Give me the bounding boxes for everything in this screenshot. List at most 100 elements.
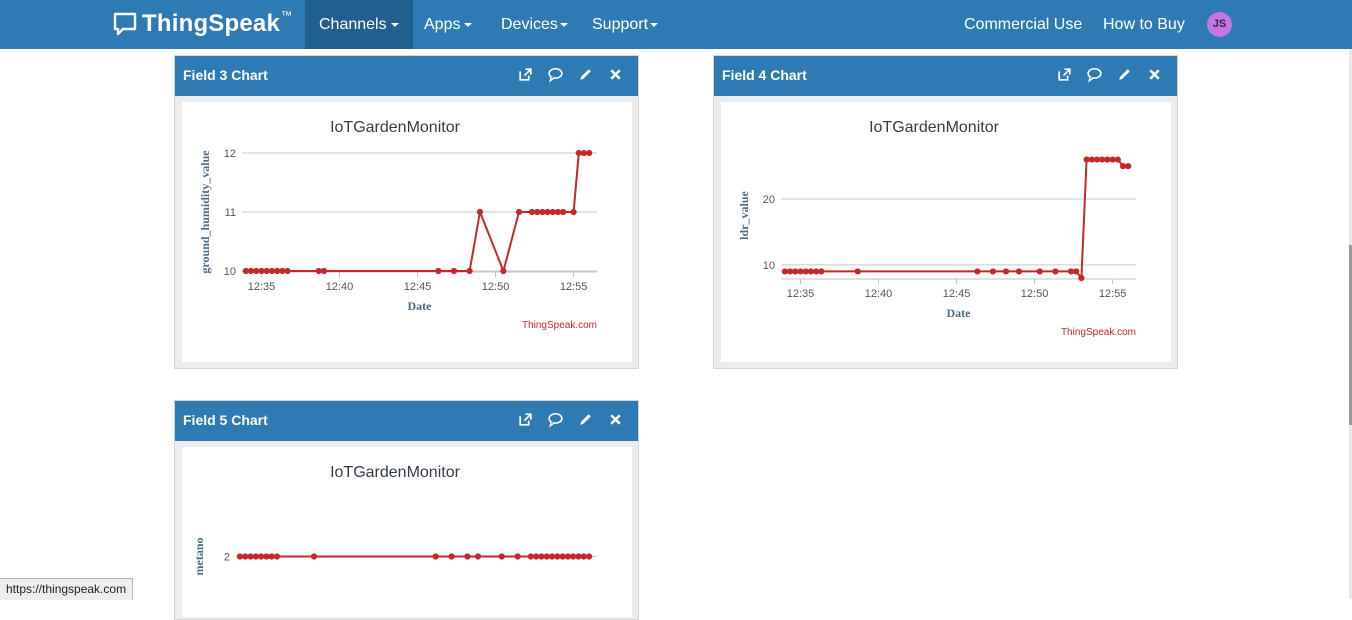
data-point	[580, 553, 587, 560]
data-point	[310, 553, 318, 560]
data-point	[1073, 268, 1080, 275]
chart-title: IoTGardenMonitor	[330, 119, 461, 136]
close-icon[interactable]	[1146, 66, 1163, 83]
data-point	[989, 268, 997, 275]
chart-credit: ThingSpeak.com	[522, 320, 597, 331]
data-point	[466, 267, 473, 275]
nav-devices-label: Devices	[501, 16, 558, 33]
panel-header: Field 5 Chart	[175, 401, 638, 441]
data-point	[527, 553, 534, 560]
data-point	[284, 267, 291, 275]
field-4-chart-panel: Field 4 Chart IoTGardenMonitor 10 20 12:35 1…	[713, 55, 1178, 369]
user-avatar[interactable]: JS	[1207, 12, 1232, 37]
external-link-icon[interactable]	[1056, 66, 1073, 83]
y-tick-label: 2	[224, 552, 230, 564]
comment-icon[interactable]	[1086, 66, 1103, 83]
data-point	[533, 553, 540, 560]
data-point	[548, 553, 556, 560]
brand-trademark: ™	[281, 10, 293, 22]
x-tick-label: 12:45	[404, 281, 432, 293]
data-point	[1114, 156, 1121, 163]
chart-container: IoTGardenMonitor 2 metano	[182, 447, 632, 617]
x-tick-label: 12:55	[560, 281, 588, 293]
close-icon[interactable]	[607, 66, 624, 83]
data-point	[1052, 268, 1059, 275]
panel-header: Field 4 Chart	[714, 56, 1177, 96]
data-point	[515, 208, 523, 216]
data-point	[432, 553, 439, 560]
y-axis-label: ldr_value	[737, 190, 751, 239]
panel-toolbar	[517, 411, 624, 428]
chevron-down-icon	[650, 22, 659, 27]
data-point	[543, 553, 550, 560]
data-point	[498, 553, 505, 560]
brand-name: ThingSpeak	[142, 10, 281, 37]
x-tick-label: 12:45	[943, 288, 971, 300]
pencil-icon[interactable]	[577, 66, 594, 83]
data-point	[476, 208, 484, 216]
y-tick-label: 10	[763, 260, 775, 272]
panel-toolbar	[517, 66, 624, 83]
y-tick-label: 11	[225, 207, 236, 219]
close-icon[interactable]	[607, 411, 624, 428]
pencil-icon[interactable]	[577, 411, 594, 428]
data-point	[538, 553, 545, 560]
comment-icon[interactable]	[547, 411, 564, 428]
data-point	[247, 553, 254, 560]
top-navbar: ThingSpeak ™ Channels Apps Devices Suppo…	[0, 0, 1352, 49]
chart-container: IoTGardenMonitor 10 11 12 12:35 12:40 12:45 12:…	[182, 102, 632, 362]
y-tick-label: 10	[224, 266, 236, 278]
field-3-line-chart[interactable]: IoTGardenMonitor 10 11 12 12:35 12:40 12:45 12:…	[182, 102, 632, 362]
nav-channels[interactable]: Channels	[305, 0, 413, 49]
data-point	[1002, 268, 1010, 275]
chart-credit: ThingSpeak.com	[1061, 327, 1136, 338]
nav-apps[interactable]: Apps	[410, 0, 486, 49]
panel-title: Field 4 Chart	[722, 67, 807, 83]
nav-devices[interactable]: Devices	[487, 0, 582, 49]
data-point	[450, 267, 458, 275]
nav-support[interactable]: Support	[578, 0, 672, 49]
data-point	[500, 267, 507, 275]
data-point	[1078, 274, 1085, 282]
data-point	[1036, 268, 1043, 275]
data-point	[268, 553, 275, 560]
panel-toolbar	[1056, 66, 1163, 83]
data-point	[1125, 163, 1132, 170]
chart-title: IoTGardenMonitor	[869, 119, 1000, 136]
external-link-icon[interactable]	[517, 411, 534, 428]
x-axis-label: Date	[947, 306, 972, 320]
data-point	[448, 553, 455, 560]
chat-bubble-logo-icon	[113, 12, 137, 36]
chart-container: IoTGardenMonitor 10 20 12:35 12:40 12:45 12:50…	[721, 102, 1171, 362]
x-axis-label: Date	[408, 299, 433, 313]
data-point	[464, 553, 471, 560]
chevron-down-icon	[464, 22, 473, 27]
data-point	[236, 553, 244, 560]
field-4-line-chart[interactable]: IoTGardenMonitor 10 20 12:35 12:40 12:45 12:50…	[721, 102, 1171, 362]
x-tick-label: 12:50	[482, 281, 510, 293]
nav-support-label: Support	[592, 16, 649, 33]
y-tick-label: 12	[224, 148, 236, 160]
pencil-icon[interactable]	[1116, 66, 1133, 83]
nav-commercial-use[interactable]: Commercial Use	[950, 0, 1096, 49]
panel-title: Field 3 Chart	[183, 67, 268, 83]
field-5-chart-panel: Field 5 Chart IoTGardenMonitor 2 metano	[174, 400, 639, 620]
data-point	[575, 553, 582, 560]
brand-logo[interactable]: ThingSpeak ™	[112, 9, 292, 39]
data-point	[818, 268, 825, 275]
field-3-chart-panel: Field 3 Chart IoTGardenMonitor 10 11 12 12:3…	[174, 55, 639, 369]
x-tick-label: 12:40	[326, 281, 354, 293]
x-tick-label: 12:35	[248, 281, 276, 293]
panel-title: Field 5 Chart	[183, 412, 268, 428]
comment-icon[interactable]	[547, 66, 564, 83]
nav-channels-label: Channels	[319, 16, 387, 33]
nav-apps-label: Apps	[424, 16, 461, 33]
series-line	[784, 158, 1129, 279]
nav-how-to-buy[interactable]: How to Buy	[1089, 0, 1199, 49]
data-point	[263, 553, 270, 560]
field-5-line-chart[interactable]: IoTGardenMonitor 2 metano	[182, 447, 632, 617]
external-link-icon[interactable]	[517, 66, 534, 83]
chevron-down-icon	[559, 22, 568, 27]
data-point	[585, 553, 593, 560]
data-point	[560, 208, 567, 216]
